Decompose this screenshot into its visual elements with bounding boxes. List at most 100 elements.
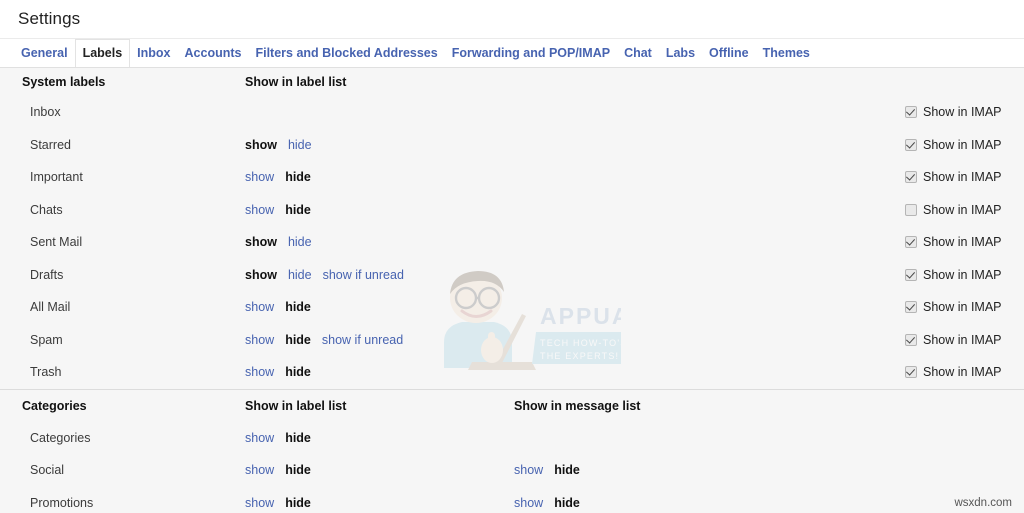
imap-toggle[interactable]: Show in IMAP <box>905 365 1002 379</box>
label-list-toggle: show hide <box>245 138 312 152</box>
checkbox-checked-icon[interactable] <box>905 366 917 379</box>
label-list-toggle-option-show[interactable]: show <box>245 496 274 510</box>
tab-offline[interactable]: Offline <box>702 39 756 67</box>
label-list-toggle-option-hide: hide <box>285 300 311 315</box>
label-name: Chats <box>30 202 63 217</box>
imap-toggle[interactable]: Show in IMAP <box>905 300 1002 314</box>
page-title: Settings <box>18 9 81 28</box>
imap-toggle[interactable]: Show in IMAP <box>905 170 1002 184</box>
label-list-toggle-option-show[interactable]: show <box>245 300 274 314</box>
settings-page: Settings General Labels Inbox Accounts Filte… <box>0 0 1024 513</box>
label-row: Starred show hide Show in IMAP <box>0 129 1024 162</box>
tab-label: Offline <box>709 45 749 60</box>
column-header-label-list: Show in label list <box>245 398 347 413</box>
imap-label[interactable]: Show in IMAP <box>923 138 1002 152</box>
checkbox-checked-icon[interactable] <box>905 171 917 184</box>
checkbox-unchecked-icon[interactable] <box>905 203 917 216</box>
label-list-toggle-option-show[interactable]: show <box>245 431 274 445</box>
label-list-toggle: show hide <box>245 365 311 379</box>
label-list-toggle: show hide <box>245 300 311 314</box>
imap-toggle[interactable]: Show in IMAP <box>905 268 1002 282</box>
message-list-toggle-option-show[interactable]: show <box>514 463 543 477</box>
imap-label[interactable]: Show in IMAP <box>923 105 1002 119</box>
tab-label: Labels <box>82 46 123 61</box>
tab-label: General <box>21 45 68 60</box>
label-name: Inbox <box>30 105 61 120</box>
label-list-toggle-option-hide: hide <box>285 430 311 445</box>
tab-accounts[interactable]: Accounts <box>178 39 249 67</box>
label-list-toggle: show hide <box>245 463 311 477</box>
label-list-toggle-option-show-if-unread[interactable]: show if unread <box>322 333 403 347</box>
label-row: Social show hide show hide <box>0 454 1024 487</box>
tab-labels[interactable]: Labels <box>74 39 131 67</box>
label-row: Important show hide Show in IMAP <box>0 161 1024 194</box>
label-list-toggle-option-show[interactable]: show <box>245 170 274 184</box>
tab-labs[interactable]: Labs <box>659 39 702 67</box>
imap-toggle[interactable]: Show in IMAP <box>905 203 1002 217</box>
label-name: Promotions <box>30 495 94 510</box>
label-list-toggle-option-show[interactable]: show <box>245 333 274 347</box>
section-title: Categories <box>22 398 87 413</box>
label-name: Social <box>30 463 65 478</box>
imap-toggle[interactable]: Show in IMAP <box>905 105 1002 119</box>
label-list-toggle-option-show[interactable]: show <box>245 203 274 217</box>
imap-toggle[interactable]: Show in IMAP <box>905 333 1002 347</box>
tab-inbox[interactable]: Inbox <box>130 39 177 67</box>
section-header-system labels: System labels Show in label list <box>0 68 1024 96</box>
imap-label[interactable]: Show in IMAP <box>923 300 1002 314</box>
label-list-toggle-option-hide[interactable]: hide <box>288 235 312 249</box>
label-list-toggle-option-show: show <box>245 137 277 152</box>
tab-general[interactable]: General <box>14 39 75 67</box>
imap-label[interactable]: Show in IMAP <box>923 203 1002 217</box>
label-name: Sent Mail <box>30 235 83 250</box>
label-row: All Mail show hide Show in IMAP <box>0 291 1024 324</box>
checkbox-checked-icon[interactable] <box>905 333 917 346</box>
label-row: Sent Mail show hide Show in IMAP <box>0 226 1024 259</box>
label-row: Categories show hide <box>0 422 1024 455</box>
tab-label: Accounts <box>184 45 242 60</box>
checkbox-checked-icon[interactable] <box>905 106 917 119</box>
checkbox-checked-icon[interactable] <box>905 268 917 281</box>
label-list-toggle-option-show-if-unread[interactable]: show if unread <box>323 268 404 282</box>
column-header-message-list: Show in message list <box>514 398 641 413</box>
label-list-toggle-option-hide[interactable]: hide <box>288 268 312 282</box>
label-list-toggle: show hide show if unread <box>245 333 403 347</box>
tab-label: Labs <box>665 45 696 60</box>
checkbox-checked-icon[interactable] <box>905 301 917 314</box>
label-list-toggle-option-hide: hide <box>285 332 311 347</box>
section-title: System labels <box>22 75 106 89</box>
section-header-categories: Categories Show in label list Show in mess… <box>0 388 1024 422</box>
imap-label[interactable]: Show in IMAP <box>923 333 1002 347</box>
label-list-toggle: show hide <box>245 170 311 184</box>
imap-toggle[interactable]: Show in IMAP <box>905 138 1002 152</box>
tab-chat[interactable]: Chat <box>617 39 659 67</box>
imap-toggle[interactable]: Show in IMAP <box>905 235 1002 249</box>
checkbox-checked-icon[interactable] <box>905 138 917 151</box>
tab-themes[interactable]: Themes <box>756 39 817 67</box>
label-list-toggle-option-hide: hide <box>285 170 311 185</box>
tab-filters-and-blocked-addresses[interactable]: Filters and Blocked Addresses <box>248 39 444 67</box>
imap-label[interactable]: Show in IMAP <box>923 268 1002 282</box>
label-row: Chats show hide Show in IMAP <box>0 194 1024 227</box>
tab-forwarding-and-pop-imap[interactable]: Forwarding and POP/IMAP <box>445 39 617 67</box>
message-list-toggle-option-show[interactable]: show <box>514 496 543 510</box>
imap-label[interactable]: Show in IMAP <box>923 365 1002 379</box>
label-name: Trash <box>30 365 62 380</box>
message-list-toggle: show hide <box>514 463 580 477</box>
imap-label[interactable]: Show in IMAP <box>923 170 1002 184</box>
label-row: Promotions show hide show hide <box>0 487 1024 513</box>
labels-rows: System labels Show in label list Inbox Show… <box>0 68 1024 513</box>
imap-label[interactable]: Show in IMAP <box>923 235 1002 249</box>
checkbox-checked-icon[interactable] <box>905 236 917 249</box>
label-list-toggle-option-show[interactable]: show <box>245 463 274 477</box>
message-list-toggle-option-hide: hide <box>554 495 580 510</box>
label-row: Spam show hide show if unread Show in IMAP <box>0 324 1024 357</box>
settings-tab-bar: General Labels Inbox Accounts Filters and Bl… <box>0 39 1024 67</box>
label-list-toggle-option-hide[interactable]: hide <box>288 138 312 152</box>
label-name: Important <box>30 170 83 185</box>
label-list-toggle-option-show[interactable]: show <box>245 365 274 379</box>
label-list-toggle: show hide <box>245 203 311 217</box>
label-list-toggle: show hide <box>245 431 311 445</box>
label-list-toggle: show hide <box>245 235 312 249</box>
column-header-label-list: Show in label list <box>245 75 347 89</box>
